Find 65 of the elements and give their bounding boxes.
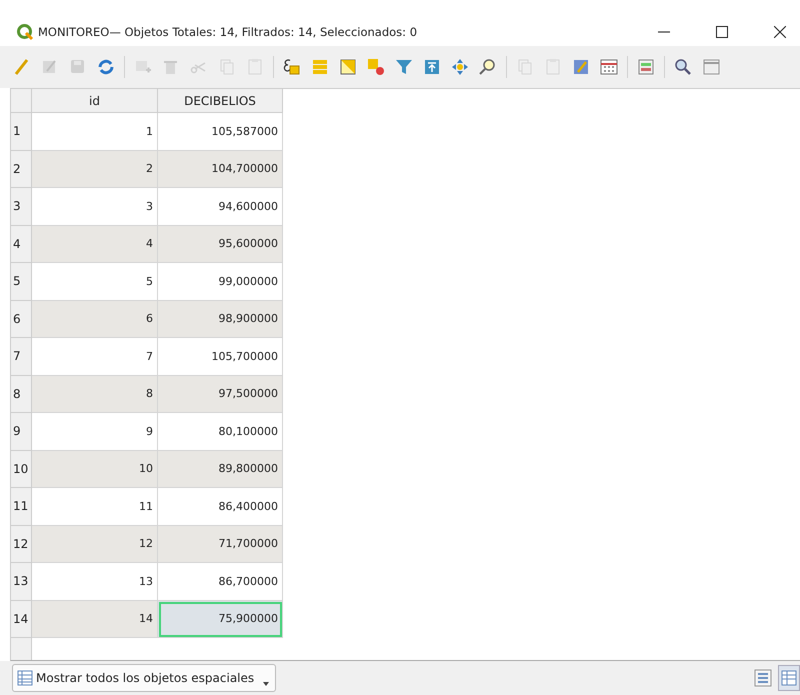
table-cell[interactable]: 3 (32, 188, 158, 226)
row-header[interactable]: 10 (11, 450, 32, 488)
form-view-icon[interactable] (754, 669, 772, 687)
table-cell[interactable]: 8 (32, 376, 158, 413)
table-cell[interactable]: 71,700000 (158, 526, 283, 563)
expression-icon[interactable] (282, 57, 302, 77)
app-logo-icon (16, 23, 34, 41)
table-cell[interactable]: 89,800000 (158, 450, 283, 488)
table-cell[interactable]: 1 (32, 113, 158, 150)
table-cell[interactable]: 5 (32, 263, 158, 300)
table-cell[interactable]: 99,000000 (158, 263, 283, 300)
deselect-icon[interactable] (366, 57, 386, 77)
zoom-icon[interactable] (673, 57, 693, 77)
table-cell[interactable]: 4 (32, 226, 158, 263)
table-cell[interactable]: 98,900000 (158, 300, 283, 338)
row-header[interactable]: 7 (11, 338, 32, 376)
table-cell[interactable]: 86,400000 (158, 488, 283, 526)
table-cell[interactable]: 13 (32, 563, 158, 600)
table-cell[interactable]: 7 (32, 338, 158, 376)
table-cell[interactable]: 105,700000 (158, 338, 283, 376)
table-cell[interactable]: 95,600000 (158, 226, 283, 263)
table-cell[interactable]: 86,700000 (158, 563, 283, 600)
filter-icon[interactable] (394, 57, 414, 77)
table-cell[interactable]: 6 (32, 300, 158, 338)
row-header[interactable]: 11 (11, 488, 32, 526)
table-cell[interactable]: 105,587000 (158, 113, 283, 150)
table-cell[interactable]: 75,900000 (158, 600, 283, 638)
dock-icon[interactable] (701, 57, 721, 77)
row-header[interactable]: 3 (11, 188, 32, 226)
column-header[interactable]: DECIBELIOS (158, 89, 283, 113)
table-cell[interactable]: 9 (32, 413, 158, 450)
table-cell[interactable]: 97,500000 (158, 376, 283, 413)
row-header[interactable]: 6 (11, 300, 32, 338)
pan-icon[interactable] (450, 57, 470, 77)
row-header[interactable]: 9 (11, 413, 32, 450)
invert-selection-icon[interactable] (338, 57, 358, 77)
table-cell[interactable]: 80,100000 (158, 413, 283, 450)
conditional-format-icon[interactable] (636, 57, 656, 77)
row-header[interactable]: 5 (11, 263, 32, 300)
table-cell[interactable]: 104,700000 (158, 150, 283, 188)
table-cell[interactable]: 94,600000 (158, 188, 283, 226)
field-calculator-icon[interactable] (599, 57, 619, 77)
refresh-icon[interactable] (96, 57, 116, 77)
row-header[interactable]: 12 (11, 526, 32, 563)
column-header[interactable]: id (32, 89, 158, 113)
row-header[interactable]: 14 (11, 600, 32, 638)
table-view-icon[interactable] (778, 665, 800, 691)
table-cell[interactable]: 2 (32, 150, 158, 188)
row-header[interactable]: 13 (11, 563, 32, 600)
table-cell[interactable]: 11 (32, 488, 158, 526)
filter-dropdown[interactable]: Mostrar todos los objetos espaciales (12, 664, 276, 692)
close-icon[interactable] (774, 26, 786, 38)
move-selection-icon[interactable] (422, 57, 442, 77)
table-icon (17, 670, 33, 686)
row-header[interactable]: 1 (11, 113, 32, 150)
edit-form-icon[interactable] (571, 57, 591, 77)
row-header[interactable]: 2 (11, 150, 32, 188)
window-title: MONITOREO— Objetos Totales: 14, Filtrados: 14, Seleccionados: 0 (38, 25, 418, 39)
table-cell[interactable]: 10 (32, 450, 158, 488)
row-header[interactable]: 8 (11, 376, 32, 413)
table-cell[interactable]: 14 (32, 600, 158, 638)
maximize-icon[interactable] (716, 26, 728, 38)
caret-icon (263, 682, 270, 686)
row-header[interactable]: 4 (11, 226, 32, 263)
table-cell[interactable]: 12 (32, 526, 158, 563)
